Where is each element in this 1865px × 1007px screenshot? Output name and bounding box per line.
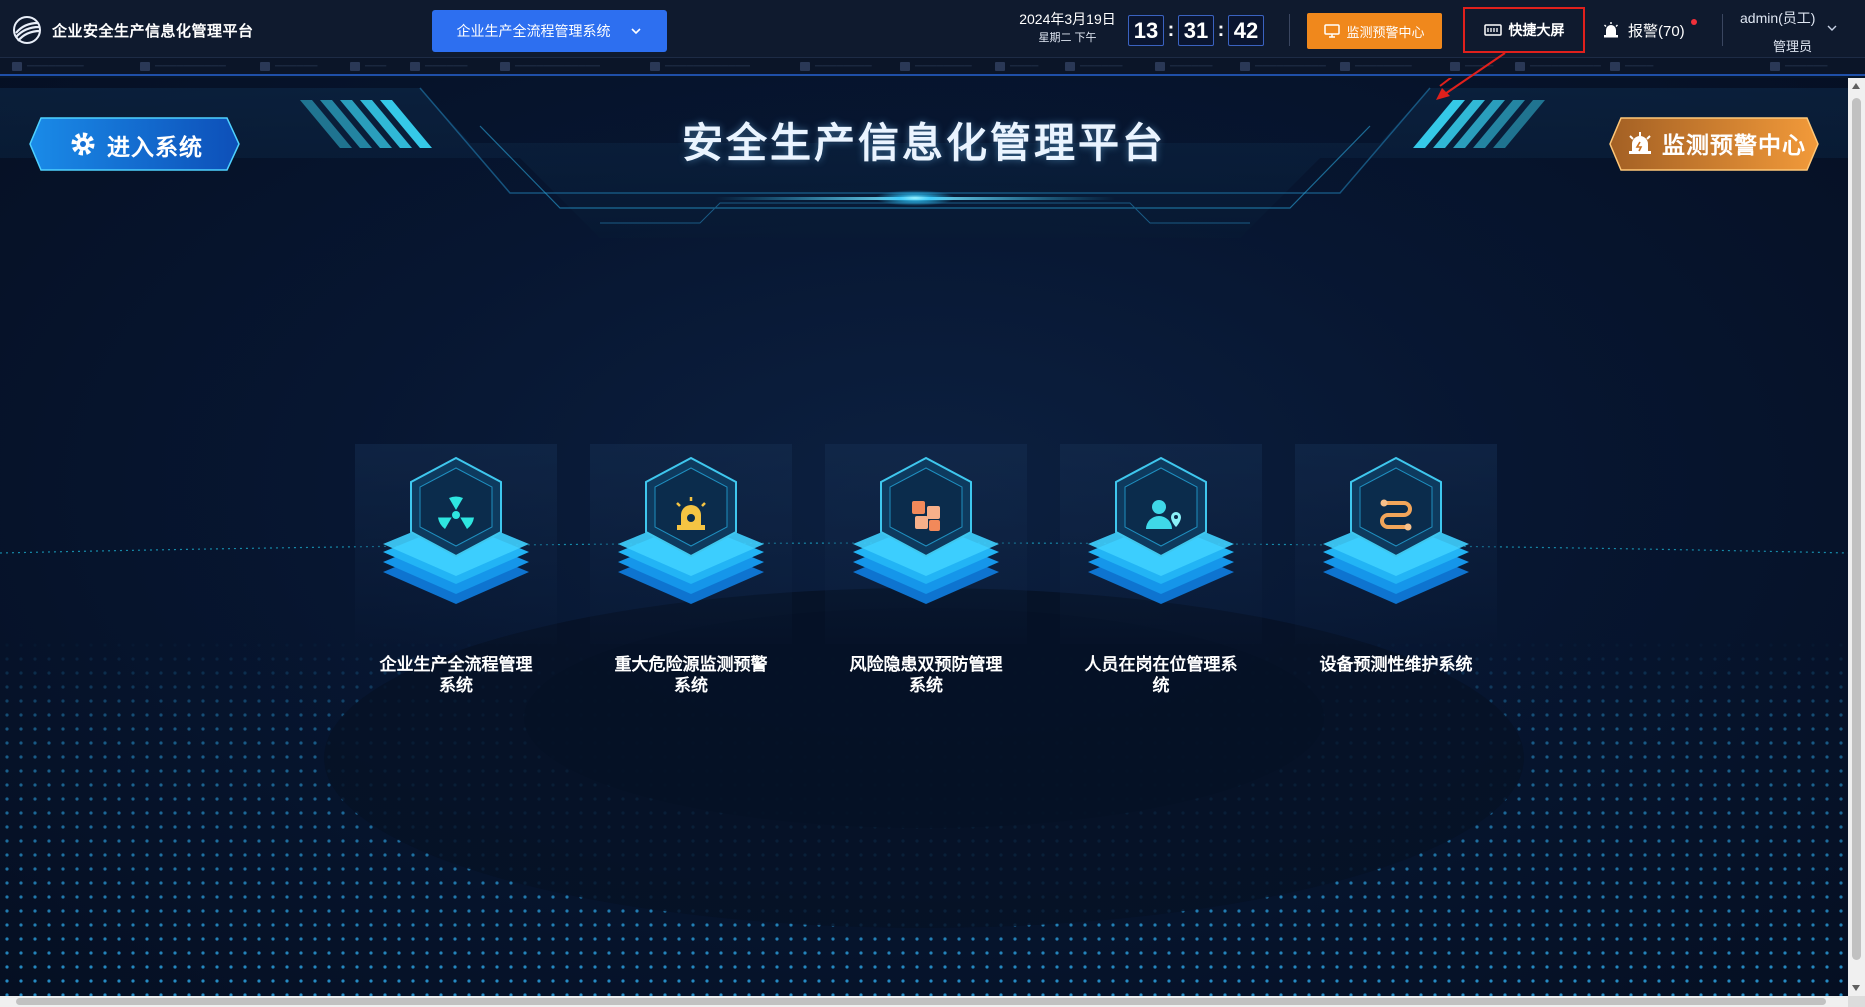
alarm-label: 报警(70) (1628, 22, 1685, 40)
system-select-dropdown[interactable]: 企业生产全流程管理系统 (432, 10, 667, 52)
bookmark-item[interactable]: ──────── (900, 61, 972, 72)
radiation-icon (438, 496, 474, 529)
scroll-down-arrow-icon[interactable] (1852, 985, 1860, 991)
bookmark-item[interactable]: ──────── (1340, 61, 1412, 72)
system-card-label: 企业生产全流程管理 系统 (355, 654, 557, 696)
system-card-risk-prevention[interactable]: 风险隐患双预防管理 系统 (825, 444, 1027, 695)
bookmark-item[interactable]: ────────── (1515, 61, 1601, 72)
bookmark-item[interactable]: ────── (1770, 61, 1828, 72)
system-card-production-process[interactable]: 企业生产全流程管理 系统 (355, 444, 557, 695)
label-line: 风险隐患双预防管理 (849, 655, 1003, 674)
alarm-bell-icon (1604, 22, 1618, 38)
quick-big-screen-button[interactable]: 快捷大屏 (1463, 7, 1585, 53)
monitor-icon (1324, 24, 1341, 38)
label-line: 重大危险源监测预警 (614, 655, 768, 674)
system-card-label: 设备预测性维护系统 (1295, 654, 1497, 675)
bookmark-item[interactable]: ────── (410, 61, 468, 72)
system-select-value: 企业生产全流程管理系统 (456, 23, 611, 39)
chevron-down-icon (1827, 25, 1837, 31)
chevron-down-icon (630, 28, 641, 35)
monitor-warning-center-button[interactable]: 监测预警中心 (1307, 13, 1442, 49)
bookmark-item[interactable]: ────── (260, 61, 318, 72)
app-title: 企业安全生产信息化管理平台 (52, 23, 254, 40)
alarm-light-icon (676, 497, 706, 530)
clock-seconds: 42 (1228, 15, 1264, 46)
label-line: 系统 (439, 676, 473, 695)
system-card-predictive-maintenance[interactable]: 设备预测性维护系统 (1295, 444, 1497, 689)
header-divider (1289, 14, 1290, 46)
bookmark-item[interactable]: ──────── (12, 61, 84, 72)
system-card-major-hazard[interactable]: 重大危险源监测预警 系统 (590, 444, 792, 695)
bookmark-item[interactable]: ──────── (800, 61, 872, 72)
quick-screen-label: 快捷大屏 (1508, 22, 1565, 38)
weekday-text: 星期二 (1038, 32, 1072, 44)
digital-clock: 13 : 31 : 42 (1128, 15, 1264, 46)
dashboard-stage: 进入系统 监测预警中心 安全生产信息化管理平台 企业生产全流程管理 系统 重大危… (0, 78, 1848, 996)
ampm-text: 下午 (1074, 32, 1097, 44)
vertical-scrollbar[interactable] (1848, 78, 1865, 996)
platform-logo-icon (13, 16, 41, 44)
bookmark-item[interactable]: ──── (1610, 61, 1653, 72)
system-cards: 企业生产全流程管理 系统 重大危险源监测预警 系统 风险隐患双预防管理 系统 人… (355, 444, 1497, 724)
alarm-notifications[interactable]: 报警(70) (1602, 18, 1697, 42)
scrollbar-corner (1848, 996, 1865, 1007)
browser-bookmark-bar: ──────── ────────── ────── ─── ────── ──… (0, 58, 1865, 76)
monitor-button-label: 监测预警中心 (1346, 24, 1425, 40)
top-header: 企业安全生产信息化管理平台 企业生产全流程管理系统 2024年3月19日 星期二… (0, 0, 1865, 58)
user-name: admin(员工) (1740, 10, 1816, 26)
date-text: 2024年3月19日 (1019, 11, 1116, 27)
system-card-label: 风险隐患双预防管理 系统 (825, 654, 1027, 696)
bookmark-item[interactable]: ────────── (140, 61, 226, 72)
label-line: 企业生产全流程管理 (379, 655, 533, 674)
page-title: 安全生产信息化管理平台 (682, 120, 1166, 166)
label-line: 统 (1152, 676, 1170, 695)
bookmark-item[interactable]: ────────── (1240, 61, 1326, 72)
route-icon (1380, 499, 1412, 531)
clock-hours: 13 (1128, 15, 1164, 46)
bookmark-item[interactable]: ────── (1065, 61, 1123, 72)
alarm-badge-dot (1691, 19, 1697, 25)
bookmark-item[interactable]: ──── (995, 61, 1038, 72)
scroll-up-arrow-icon[interactable] (1852, 83, 1860, 89)
horizontal-scrollbar[interactable] (0, 996, 1848, 1007)
weekday-line: 星期二 下午 (1010, 28, 1125, 48)
user-role: 管理员 (1773, 39, 1813, 54)
vertical-scroll-thumb[interactable] (1852, 98, 1861, 960)
bookmark-item[interactable]: ─── (350, 61, 386, 72)
label-line: 设备预测性维护系统 (1319, 655, 1473, 674)
person-location-icon (1146, 500, 1181, 529)
label-line: 人员在岗在位管理系 (1084, 655, 1238, 674)
annotation-arrow-icon (1436, 52, 1506, 100)
label-line: 系统 (674, 676, 708, 695)
system-card-label: 人员在岗在位管理系 统 (1060, 654, 1262, 696)
clock-separator: : (1217, 19, 1225, 41)
bookmark-item[interactable]: ──────────── (650, 61, 750, 72)
bookmark-item[interactable]: ──────────── (500, 61, 600, 72)
clock-minutes: 31 (1178, 15, 1214, 46)
date-display: 2024年3月19日 星期二 下午 (1010, 10, 1125, 48)
system-card-label: 重大危险源监测预警 系统 (590, 654, 792, 696)
bookmark-item[interactable]: ────── (1155, 61, 1213, 72)
clock-separator: : (1167, 19, 1175, 41)
blocks-icon (912, 501, 940, 531)
header-divider (1722, 14, 1723, 46)
label-line: 系统 (909, 676, 943, 695)
system-card-personnel-on-duty[interactable]: 人员在岗在位管理系 统 (1060, 444, 1262, 695)
big-screen-icon (1483, 24, 1502, 36)
horizontal-scroll-thumb[interactable] (16, 998, 1826, 1005)
